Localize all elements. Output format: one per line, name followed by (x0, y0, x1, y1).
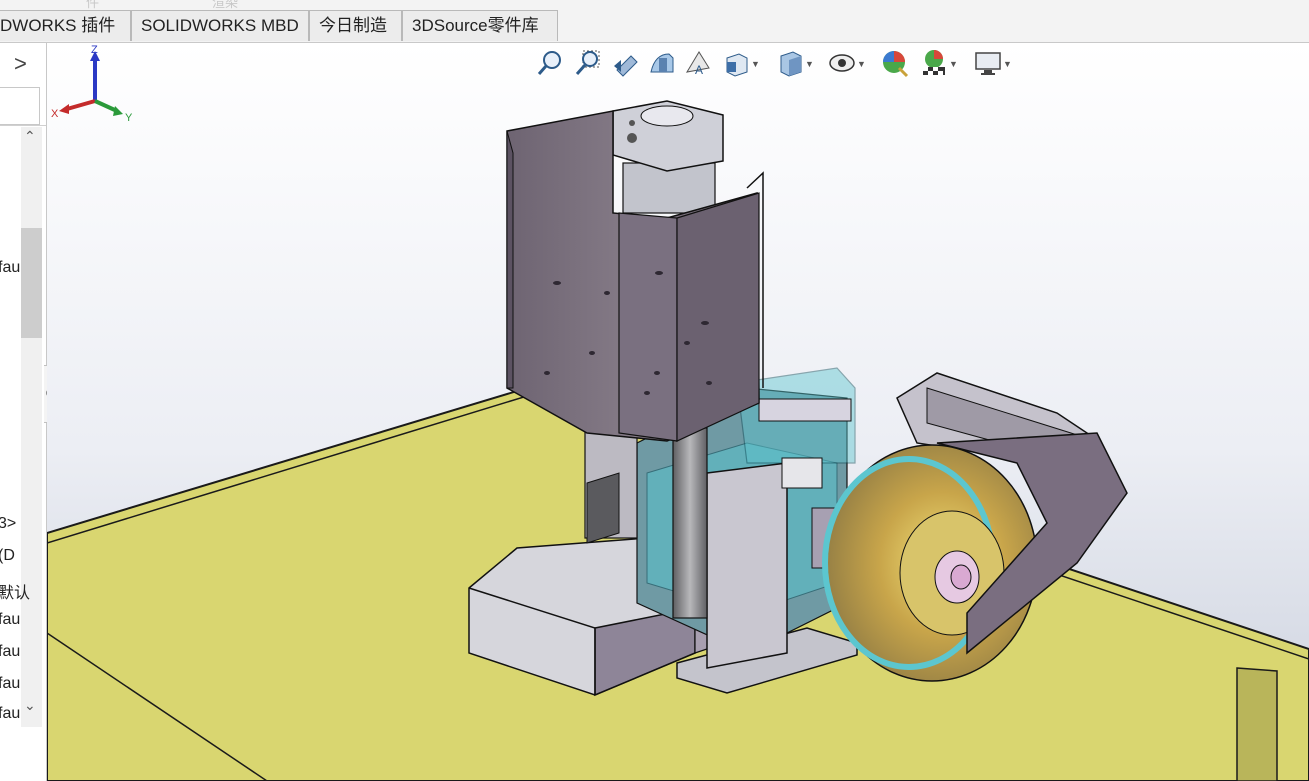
view-settings-icon[interactable] (973, 48, 1003, 78)
chevron-down-icon[interactable]: ▼ (857, 59, 866, 69)
svg-text:A: A (695, 63, 703, 77)
view-orientation-icon[interactable] (721, 48, 751, 78)
main-shaft (672, 427, 708, 619)
x-axis-label: X (51, 108, 59, 120)
dynamic-annotation-icon[interactable]: A (683, 48, 713, 78)
display-style-icon[interactable] (775, 48, 805, 78)
apply-scene-icon[interactable] (919, 48, 949, 78)
tree-item[interactable]: fau (0, 259, 20, 277)
scroll-up-icon[interactable]: ⌃ (24, 128, 36, 145)
chevron-down-icon[interactable]: ▼ (949, 59, 958, 69)
tree-scrollbar[interactable] (21, 127, 42, 727)
tree-item[interactable]: fau (0, 643, 20, 661)
feature-manager-panel: > ⌃ ⌄ fau 3> (D 默认 fau fau fau fau (0, 43, 47, 781)
tab-today-manufacturing[interactable]: 今日制造 (309, 10, 402, 41)
tree-item[interactable]: fau (0, 675, 20, 693)
model-scene (47, 43, 1309, 781)
tab-solidworks-mbd[interactable]: SOLIDWORKS MBD (131, 10, 309, 41)
hide-show-items-icon[interactable] (827, 48, 857, 78)
edit-appearance-icon[interactable] (879, 48, 909, 78)
scroll-down-icon[interactable]: ⌄ (24, 697, 36, 714)
scrollbar-thumb[interactable] (21, 228, 42, 338)
coordinate-triad: Z X Y (51, 44, 133, 124)
tree-item[interactable]: fau (0, 611, 20, 629)
tab-dworks-addins[interactable]: DWORKS 插件 (0, 10, 131, 41)
y-axis (94, 99, 118, 113)
tree-item[interactable]: fau (0, 705, 20, 723)
graphics-viewport[interactable]: A ▼ ▼ ▼ ▼ ▼ Z X Y (47, 43, 1309, 781)
tree-item[interactable]: (D (0, 547, 15, 565)
tree-item[interactable]: 默认 (0, 579, 30, 603)
chevron-down-icon[interactable]: ▼ (1003, 59, 1012, 69)
x-axis (66, 99, 96, 111)
section-view-icon[interactable] (647, 48, 677, 78)
tree-item[interactable]: 3> (0, 515, 16, 533)
table-edge-rail (1236, 667, 1278, 781)
tab-3dsource-parts[interactable]: 3DSource零件库 (402, 10, 558, 41)
previous-view-icon[interactable] (611, 48, 641, 78)
command-manager-tabs: 件 渲染 DWORKS 插件 SOLIDWORKS MBD 今日制造 3DSou… (0, 0, 1309, 43)
chevron-down-icon[interactable]: ▼ (751, 59, 760, 69)
divider (0, 125, 46, 126)
zoom-to-area-icon[interactable] (573, 48, 603, 78)
zoom-to-fit-icon[interactable] (535, 48, 565, 78)
chevron-down-icon[interactable]: ▼ (805, 59, 814, 69)
side-plate (706, 462, 788, 669)
expand-panel-button[interactable]: > (14, 51, 27, 77)
y-axis-label: Y (125, 112, 133, 124)
filter-box[interactable] (0, 87, 40, 125)
z-axis-label: Z (91, 44, 98, 56)
